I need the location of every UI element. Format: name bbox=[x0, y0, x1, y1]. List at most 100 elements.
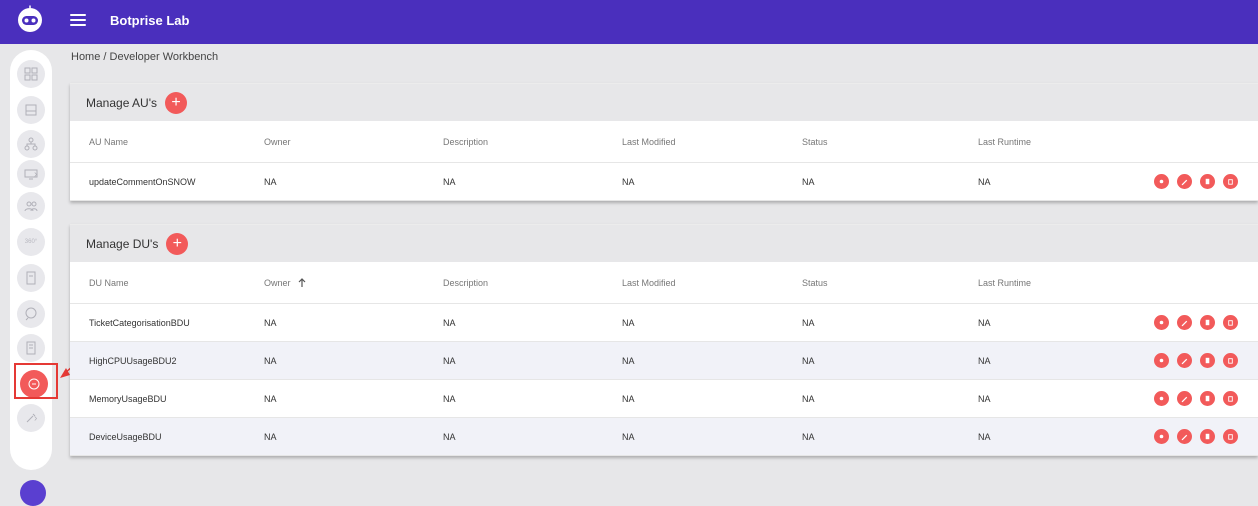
view-icon[interactable] bbox=[1154, 174, 1169, 189]
col-au-name[interactable]: AU Name bbox=[89, 121, 128, 162]
breadcrumb: Home / Developer Workbench bbox=[71, 51, 219, 63]
row-actions bbox=[1154, 380, 1238, 417]
edit-icon[interactable] bbox=[1177, 429, 1192, 444]
cell-name: HighCPUUsageBDU2 bbox=[89, 355, 177, 366]
sort-ascending-icon[interactable] bbox=[297, 277, 307, 288]
view-icon[interactable] bbox=[1154, 315, 1169, 330]
cell-description: NA bbox=[443, 317, 456, 328]
cell-status: NA bbox=[802, 176, 815, 187]
app-title: Botprise Lab bbox=[110, 13, 190, 28]
export-icon[interactable] bbox=[1200, 174, 1215, 189]
hierarchy-icon[interactable] bbox=[17, 130, 45, 158]
cell-name: DeviceUsageBDU bbox=[89, 431, 162, 442]
cell-name: updateCommentOnSNOW bbox=[89, 176, 196, 187]
col-owner-label: Owner bbox=[264, 277, 291, 288]
cell-last-runtime: NA bbox=[978, 431, 991, 442]
cell-status: NA bbox=[802, 317, 815, 328]
export-icon[interactable] bbox=[1200, 391, 1215, 406]
col-description[interactable]: Description bbox=[443, 262, 488, 303]
add-au-button[interactable]: + bbox=[165, 91, 187, 114]
inbox-icon[interactable] bbox=[17, 96, 45, 124]
table-row: TicketCategorisationBDU NA NA NA NA NA bbox=[70, 304, 1258, 342]
export-icon[interactable] bbox=[1200, 429, 1215, 444]
cell-name: MemoryUsageBDU bbox=[89, 393, 167, 404]
col-status[interactable]: Status bbox=[802, 121, 828, 162]
delete-icon[interactable] bbox=[1223, 315, 1238, 330]
cell-description: NA bbox=[443, 176, 456, 187]
cell-status: NA bbox=[802, 355, 815, 366]
cell-last-modified: NA bbox=[622, 393, 635, 404]
col-last-runtime[interactable]: Last Runtime bbox=[978, 262, 1031, 303]
360-icon[interactable]: 360° bbox=[17, 228, 45, 256]
360-label: 360° bbox=[24, 239, 38, 245]
avatar[interactable] bbox=[20, 480, 46, 506]
cell-owner: NA bbox=[264, 317, 277, 328]
notes-icon[interactable] bbox=[17, 334, 45, 362]
au-section-title: Manage AU's bbox=[86, 95, 157, 110]
chevron-right-icon: › bbox=[34, 168, 38, 180]
chat-search-icon[interactable] bbox=[17, 300, 45, 328]
edit-icon[interactable] bbox=[1177, 315, 1192, 330]
top-bar: Botprise Lab bbox=[0, 0, 1258, 44]
export-icon[interactable] bbox=[1200, 353, 1215, 368]
add-du-button[interactable]: + bbox=[166, 232, 189, 255]
du-card: Manage DU's + DU Name Owner Description … bbox=[70, 224, 1258, 456]
table-row: DeviceUsageBDU NA NA NA NA NA bbox=[70, 418, 1258, 456]
cell-last-modified: NA bbox=[622, 317, 635, 328]
du-table-header: DU Name Owner Description Last Modified … bbox=[70, 262, 1258, 304]
cell-last-runtime: NA bbox=[978, 355, 991, 366]
bot-logo-icon[interactable] bbox=[16, 5, 44, 33]
edit-icon[interactable] bbox=[1177, 391, 1192, 406]
row-actions bbox=[1154, 418, 1238, 455]
col-status[interactable]: Status bbox=[802, 262, 828, 303]
table-row: updateCommentOnSNOW NA NA NA NA NA bbox=[70, 163, 1258, 201]
col-description[interactable]: Description bbox=[443, 121, 488, 162]
view-icon[interactable] bbox=[1154, 391, 1169, 406]
col-last-modified[interactable]: Last Modified bbox=[622, 262, 676, 303]
cell-last-runtime: NA bbox=[978, 176, 991, 187]
delete-icon[interactable] bbox=[1223, 353, 1238, 368]
users-icon[interactable] bbox=[17, 192, 45, 220]
delete-icon[interactable] bbox=[1223, 174, 1238, 189]
export-icon[interactable] bbox=[1200, 315, 1215, 330]
cell-owner: NA bbox=[264, 431, 277, 442]
cell-last-modified: NA bbox=[622, 176, 635, 187]
cell-description: NA bbox=[443, 431, 456, 442]
cell-owner: NA bbox=[264, 393, 277, 404]
cell-last-modified: NA bbox=[622, 355, 635, 366]
row-actions bbox=[1154, 163, 1238, 200]
col-owner[interactable]: Owner bbox=[264, 121, 291, 162]
view-icon[interactable] bbox=[1154, 353, 1169, 368]
row-actions bbox=[1154, 304, 1238, 341]
au-table-header: AU Name Owner Description Last Modified … bbox=[70, 121, 1258, 163]
cell-description: NA bbox=[443, 355, 456, 366]
cell-owner: NA bbox=[264, 176, 277, 187]
col-owner[interactable]: Owner bbox=[264, 262, 307, 303]
col-last-modified[interactable]: Last Modified bbox=[622, 121, 676, 162]
du-section-title: Manage DU's bbox=[86, 236, 159, 251]
cell-description: NA bbox=[443, 393, 456, 404]
edit-icon[interactable] bbox=[1177, 353, 1192, 368]
chevron-right-icon: › bbox=[34, 412, 38, 424]
delete-icon[interactable] bbox=[1223, 391, 1238, 406]
edit-icon[interactable] bbox=[1177, 174, 1192, 189]
document-icon[interactable] bbox=[17, 264, 45, 292]
col-last-runtime[interactable]: Last Runtime bbox=[978, 121, 1031, 162]
cell-last-runtime: NA bbox=[978, 317, 991, 328]
view-icon[interactable] bbox=[1154, 429, 1169, 444]
cell-last-modified: NA bbox=[622, 431, 635, 442]
menu-icon[interactable] bbox=[70, 14, 86, 26]
cell-status: NA bbox=[802, 393, 815, 404]
cell-owner: NA bbox=[264, 355, 277, 366]
row-actions bbox=[1154, 342, 1238, 379]
table-row: MemoryUsageBDU NA NA NA NA NA bbox=[70, 380, 1258, 418]
col-du-name[interactable]: DU Name bbox=[89, 262, 129, 303]
cell-last-runtime: NA bbox=[978, 393, 991, 404]
delete-icon[interactable] bbox=[1223, 429, 1238, 444]
au-card: Manage AU's + AU Name Owner Description … bbox=[70, 83, 1258, 201]
cell-status: NA bbox=[802, 431, 815, 442]
cell-name: TicketCategorisationBDU bbox=[89, 317, 190, 328]
au-card-header: Manage AU's + bbox=[70, 83, 1258, 121]
du-card-header: Manage DU's + bbox=[70, 224, 1258, 262]
dashboard-icon[interactable] bbox=[17, 60, 45, 88]
